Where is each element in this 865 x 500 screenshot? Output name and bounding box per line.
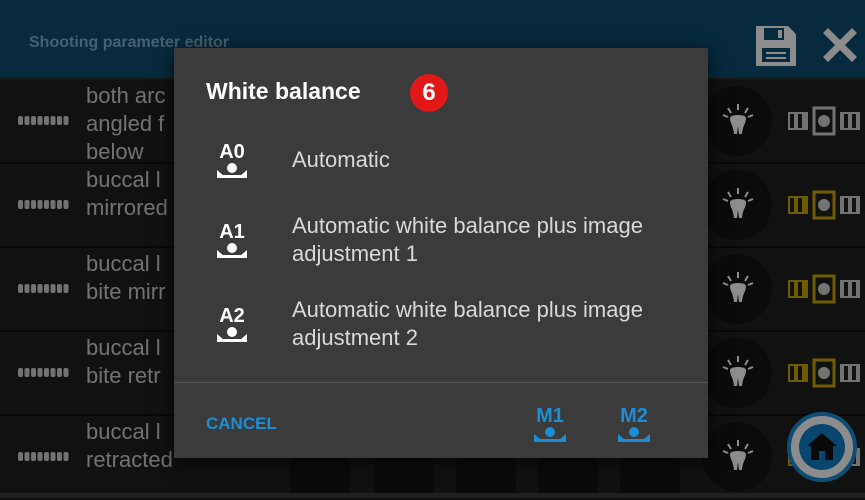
option-auto-adjust-2[interactable]: A2 Automatic white balance plus image ad… — [174, 296, 708, 356]
m1-button[interactable]: M1 — [530, 404, 570, 446]
svg-text:M2: M2 — [620, 405, 648, 427]
svg-text:A1: A1 — [219, 221, 245, 243]
divider — [174, 382, 708, 383]
dialog-title: White balance — [206, 78, 361, 104]
a0-icon: A0 — [217, 141, 247, 178]
a1-icon: A1 — [217, 221, 247, 258]
svg-text:M1: M1 — [536, 405, 564, 427]
option-auto-adjust-1[interactable]: A1 Automatic white balance plus image ad… — [174, 212, 708, 272]
step-badge: 6 — [410, 74, 448, 112]
cancel-button[interactable]: CANCEL — [206, 414, 277, 434]
option-label: Automatic white balance plus image adjus… — [292, 297, 643, 350]
svg-text:A2: A2 — [219, 305, 245, 327]
svg-text:A0: A0 — [219, 141, 245, 163]
option-label: Automatic — [292, 147, 390, 172]
option-label: Automatic white balance plus image adjus… — [292, 213, 643, 266]
a2-icon: A2 — [217, 305, 247, 342]
white-balance-dialog: White balance 6 A0 Automatic A1 Automati… — [174, 48, 708, 458]
option-automatic[interactable]: A0 Automatic — [174, 136, 708, 186]
m2-button[interactable]: M2 — [614, 404, 654, 446]
